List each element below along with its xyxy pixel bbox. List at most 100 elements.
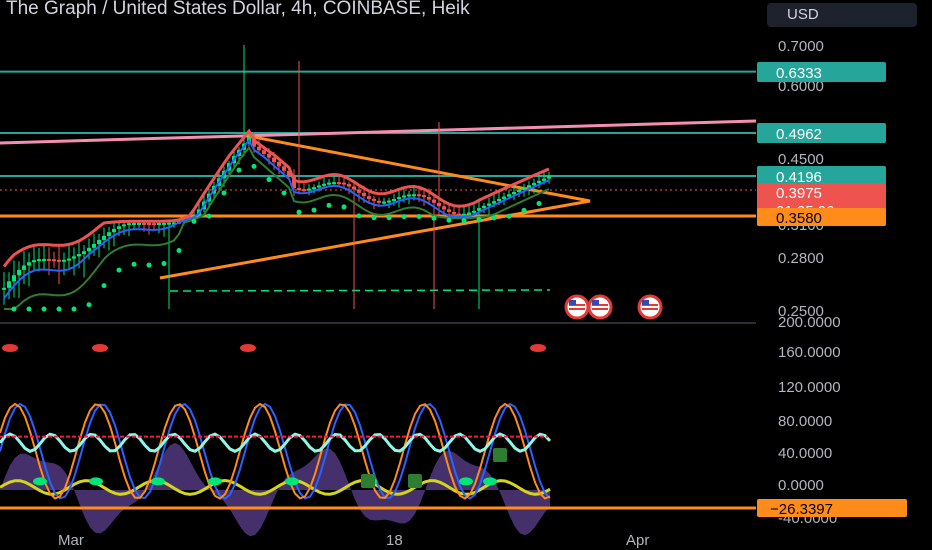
sar-dot [71, 306, 77, 312]
sar-dot [206, 213, 212, 219]
candle-body [422, 195, 426, 198]
candle-body [397, 197, 401, 200]
price-tag[interactable]: 0.4962 [757, 123, 886, 143]
candle-body [122, 224, 126, 227]
signal-r-marker [408, 474, 422, 488]
event-marker [92, 344, 108, 352]
candle-body [402, 195, 406, 198]
osc-signal-dot [208, 477, 222, 486]
candle-body [107, 232, 111, 236]
candle-body [152, 223, 156, 226]
sar-dot [236, 167, 242, 173]
price-pane [0, 45, 757, 312]
candle-body [42, 258, 46, 261]
candle-body [437, 202, 441, 207]
candle-body [452, 211, 456, 214]
us-flag-icon[interactable] [637, 294, 663, 320]
osc-value-tag[interactable]: −26.3397 [757, 499, 907, 518]
candle-body [127, 223, 131, 226]
osc-value-label: −26.3397 [770, 501, 833, 518]
candle-body [92, 243, 96, 248]
candle-body [492, 201, 496, 204]
candle-body [47, 258, 51, 261]
candle-body [382, 201, 386, 204]
osc-tick: 120.0000 [778, 379, 841, 396]
last-price-label: 0.3975 [776, 185, 822, 202]
price-tick: 0.4500 [778, 151, 824, 168]
candle-body [332, 182, 336, 185]
candle-body [277, 162, 281, 167]
price-tag-label: 0.6333 [776, 65, 822, 82]
candle-body [297, 188, 301, 191]
candle-body [392, 198, 396, 201]
chart-title: The Graph / United States Dollar, 4h, CO… [6, 0, 470, 19]
candle-body [312, 187, 316, 190]
candle-body [537, 180, 541, 184]
candle-body [347, 184, 351, 187]
candle-body [142, 222, 146, 225]
candle-body [502, 196, 506, 199]
candle-body [302, 189, 306, 192]
sar-dot [221, 190, 227, 196]
sar-dot [281, 190, 287, 196]
candle-body [87, 247, 91, 252]
candle-body [442, 206, 446, 210]
us-flag-icon[interactable] [587, 294, 613, 320]
candle-body [77, 254, 81, 257]
price-tag[interactable]: 0.3580 [757, 208, 886, 227]
candle-body [262, 150, 266, 154]
candle-body [342, 182, 346, 185]
price-tag[interactable]: 0.6333 [757, 62, 886, 82]
signal-r-marker [493, 448, 507, 462]
sar-dot [101, 283, 107, 289]
sar-dot [356, 213, 362, 219]
sar-dot [11, 306, 17, 312]
sar-dot [536, 200, 542, 206]
osc-signal-dot [151, 477, 165, 486]
candle-body [97, 239, 101, 244]
candle-body [532, 183, 536, 186]
candle-body [357, 189, 361, 193]
candle-body [387, 200, 391, 203]
candle-body [497, 198, 501, 202]
sar-dot [386, 215, 392, 221]
oscillator-pane [0, 344, 756, 537]
sar-dot [26, 306, 32, 312]
candle-body [82, 251, 86, 255]
candle-body [542, 178, 546, 181]
candle-body [12, 275, 16, 282]
currency-selector[interactable]: USD [767, 3, 917, 27]
event-marker [240, 344, 256, 352]
candle-body [132, 222, 136, 225]
dashed-line [169, 289, 551, 292]
osc-tick: 80.0000 [778, 413, 832, 430]
sar-dot [326, 202, 332, 208]
candle-body [52, 259, 56, 262]
candle-body [352, 186, 356, 190]
candle-body [467, 212, 471, 215]
sar-dot [251, 163, 257, 169]
osc-signal-dot [33, 477, 47, 486]
sar-dot [521, 207, 527, 213]
us-flag-icon[interactable] [564, 294, 590, 320]
candle-body [17, 269, 21, 276]
sar-dot [116, 267, 122, 273]
signal-r-marker [361, 474, 375, 488]
sar-dot [266, 177, 272, 183]
sar-dot [506, 213, 512, 219]
osc-tick: 0.0000 [778, 477, 824, 494]
candle-body [307, 188, 311, 191]
candle-body [447, 209, 451, 212]
candle-body [167, 222, 171, 225]
candle-body [427, 196, 431, 200]
candle-body [432, 199, 436, 203]
candle-body [367, 196, 371, 199]
candle-body [377, 200, 381, 203]
chart-canvas[interactable]: 0.7000 0.6000 0.4500 0.3100 0.2800 0.250… [0, 0, 932, 550]
candle-body [267, 153, 271, 158]
candle-body [372, 198, 376, 201]
candle-body [327, 182, 331, 185]
candle-body [527, 185, 531, 188]
sar-dot [161, 261, 167, 267]
osc-tick: 200.0000 [778, 314, 841, 331]
